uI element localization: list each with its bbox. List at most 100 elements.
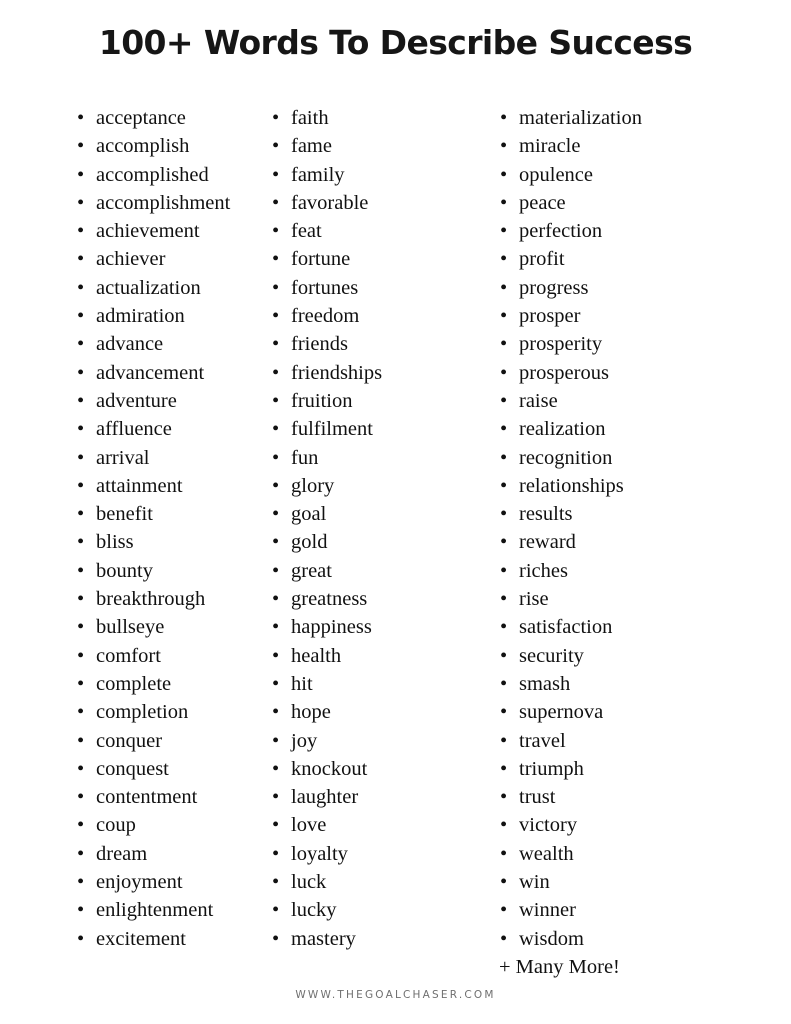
word-list-item: • wealth bbox=[497, 840, 791, 868]
bullet-icon: • bbox=[500, 871, 508, 894]
bullet-icon: • bbox=[77, 616, 85, 639]
bullet-icon: • bbox=[272, 333, 280, 356]
word-label: bounty bbox=[96, 559, 153, 582]
word-label: excitement bbox=[96, 927, 186, 950]
word-list-item: • goal bbox=[269, 500, 485, 528]
word-list-item: • advancement bbox=[74, 359, 257, 387]
bullet-icon: • bbox=[272, 814, 280, 837]
word-label: attainment bbox=[96, 474, 183, 497]
bullet-icon: • bbox=[272, 559, 280, 582]
word-list-item: • knockout bbox=[269, 755, 485, 783]
word-label: smash bbox=[519, 672, 571, 695]
bullet-icon: • bbox=[500, 361, 508, 384]
word-label: benefit bbox=[96, 503, 153, 526]
bullet-icon: • bbox=[272, 248, 280, 271]
word-list-item: • complete bbox=[74, 670, 257, 698]
word-list-item: • accomplish bbox=[74, 132, 257, 160]
bullet-icon: • bbox=[272, 672, 280, 695]
word-list-item: • conquest bbox=[74, 755, 257, 783]
word-label: prosperous bbox=[519, 361, 609, 384]
word-label: achievement bbox=[96, 220, 200, 243]
bullet-icon: • bbox=[77, 786, 85, 809]
bullet-icon: • bbox=[272, 135, 280, 158]
bullet-icon: • bbox=[500, 305, 508, 328]
bullet-icon: • bbox=[500, 135, 508, 158]
bullet-icon: • bbox=[500, 842, 508, 865]
bullet-icon: • bbox=[500, 191, 508, 214]
word-list-item: • win bbox=[497, 868, 791, 896]
bullet-icon: • bbox=[77, 814, 85, 837]
word-label: faith bbox=[291, 107, 329, 129]
word-label: contentment bbox=[96, 786, 198, 809]
word-list-item: • enjoyment bbox=[74, 868, 257, 896]
word-label: profit bbox=[519, 248, 565, 271]
bullet-icon: • bbox=[272, 927, 280, 950]
word-label: peace bbox=[519, 191, 566, 214]
word-label: adventure bbox=[96, 389, 177, 412]
word-list-item: • happiness bbox=[269, 613, 485, 641]
bullet-icon: • bbox=[77, 248, 85, 271]
bullet-icon: • bbox=[500, 672, 508, 695]
word-label: laughter bbox=[291, 786, 359, 809]
word-label: love bbox=[291, 814, 327, 837]
word-list-item: • actualization bbox=[74, 274, 257, 302]
bullet-icon: • bbox=[77, 842, 85, 865]
bullet-icon: • bbox=[272, 107, 280, 129]
word-label: acceptance bbox=[96, 107, 186, 129]
bullet-icon: • bbox=[500, 588, 508, 611]
bullet-icon: • bbox=[77, 559, 85, 582]
bullet-icon: • bbox=[77, 418, 85, 441]
word-label: glory bbox=[291, 474, 335, 497]
word-label: hope bbox=[291, 701, 331, 724]
bullet-icon: • bbox=[500, 644, 508, 667]
bullet-icon: • bbox=[77, 503, 85, 526]
bullet-icon: • bbox=[272, 729, 280, 752]
word-label: friends bbox=[291, 333, 348, 356]
word-list-item: • materialization bbox=[497, 104, 791, 132]
word-list-item: • faith bbox=[269, 104, 485, 132]
word-label: feat bbox=[291, 220, 322, 243]
word-list-item: • affluence bbox=[74, 415, 257, 443]
bullet-icon: • bbox=[272, 191, 280, 214]
word-label: fruition bbox=[291, 389, 353, 412]
word-label: winner bbox=[519, 899, 576, 922]
word-label: family bbox=[291, 163, 345, 186]
bullet-icon: • bbox=[272, 163, 280, 186]
bullet-icon: • bbox=[272, 899, 280, 922]
word-label: luck bbox=[291, 871, 327, 894]
word-label: friendships bbox=[291, 361, 383, 384]
word-label: health bbox=[291, 644, 342, 667]
bullet-icon: • bbox=[500, 757, 508, 780]
word-label: completion bbox=[96, 701, 189, 724]
word-label: relationships bbox=[519, 474, 624, 497]
word-list-item: • opulence bbox=[497, 161, 791, 189]
word-label: advancement bbox=[96, 361, 205, 384]
bullet-icon: • bbox=[272, 644, 280, 667]
word-list-item: • trust bbox=[497, 783, 791, 811]
word-label: wealth bbox=[519, 842, 574, 865]
word-column-1: • acceptance • accomplish • accomplished • acco… bbox=[0, 104, 257, 953]
bullet-icon: • bbox=[272, 446, 280, 469]
word-label: wisdom bbox=[519, 927, 584, 950]
word-label: affluence bbox=[96, 418, 172, 441]
word-list-item: • security bbox=[497, 642, 791, 670]
bullet-icon: • bbox=[77, 927, 85, 950]
word-label: bullseye bbox=[96, 616, 165, 639]
bullet-icon: • bbox=[500, 616, 508, 639]
bullet-icon: • bbox=[500, 701, 508, 724]
bullet-icon: • bbox=[500, 248, 508, 271]
word-list-item: • favorable bbox=[269, 189, 485, 217]
word-list-item: • friendships bbox=[269, 359, 485, 387]
bullet-icon: • bbox=[77, 757, 85, 780]
word-label: fulfilment bbox=[291, 418, 373, 441]
word-list-1: • acceptance • accomplish • accomplished • acco… bbox=[74, 104, 257, 953]
bullet-icon: • bbox=[77, 701, 85, 724]
word-list-poster: 100+ Words To Describe Success • acceptan… bbox=[0, 0, 791, 1024]
bullet-icon: • bbox=[77, 135, 85, 158]
word-list-item: • health bbox=[269, 642, 485, 670]
word-list-item: • results bbox=[497, 500, 791, 528]
word-list-item: • fortune bbox=[269, 245, 485, 273]
word-label: accomplishment bbox=[96, 191, 231, 214]
word-list-item: • coup bbox=[74, 811, 257, 839]
word-label: actualization bbox=[96, 276, 201, 299]
